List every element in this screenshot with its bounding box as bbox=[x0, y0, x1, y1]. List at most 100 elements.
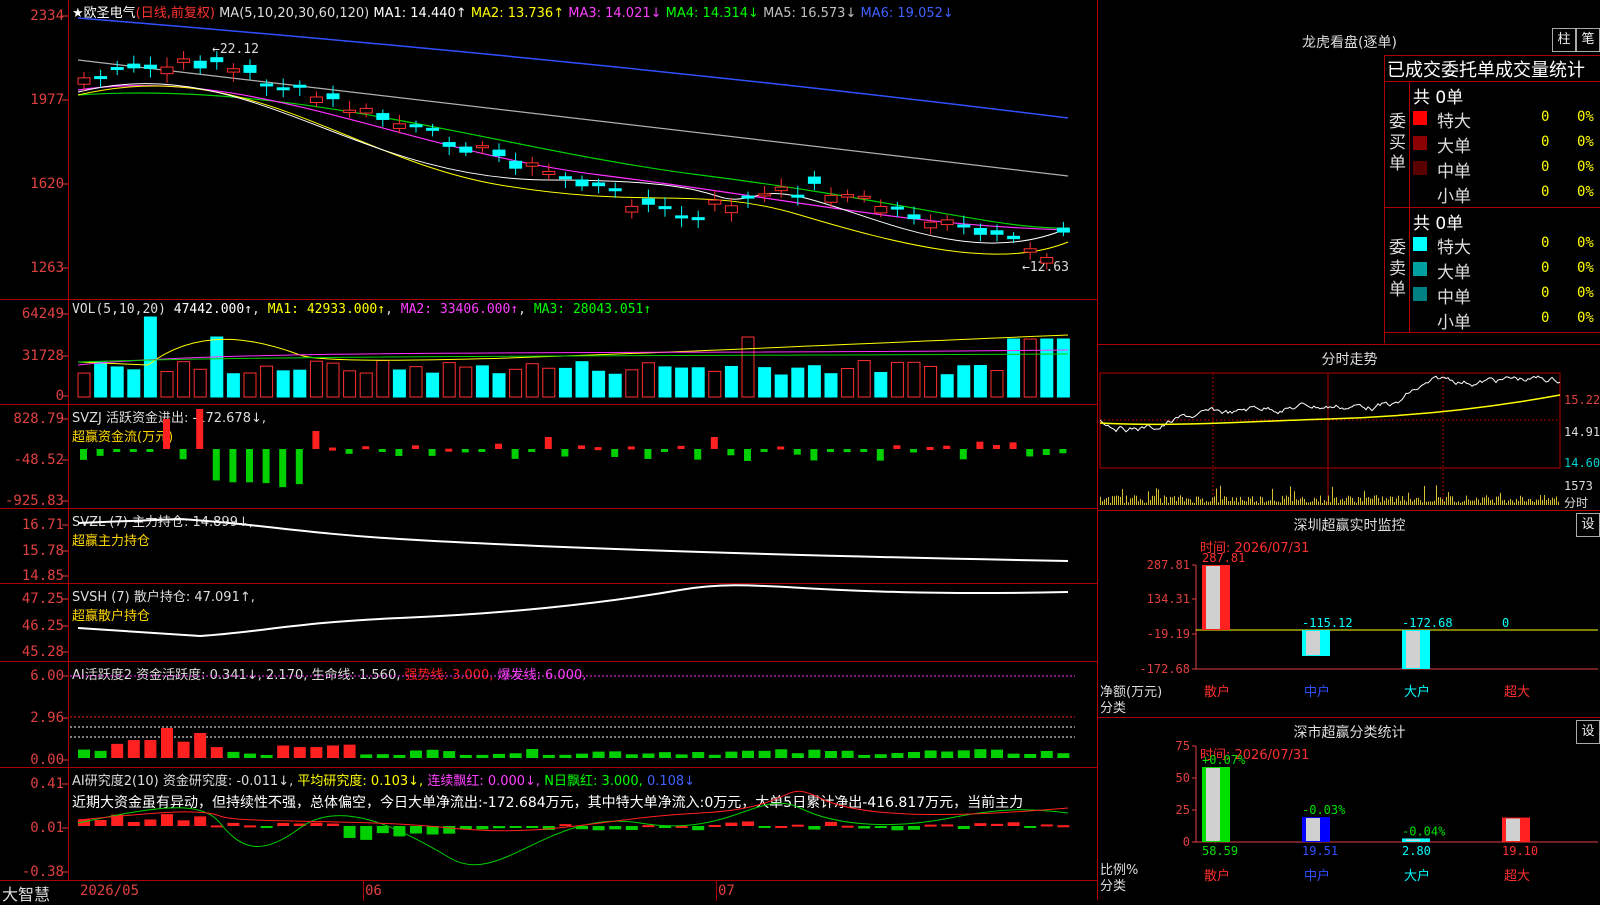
price-panel[interactable]: 2334 1977 1620 1263 ★欧圣电气(日线,前复权) MA(5,1… bbox=[0, 0, 1097, 300]
intraday-volume-bar bbox=[1516, 498, 1517, 505]
ai-activity-chart[interactable] bbox=[0, 662, 1097, 768]
intraday-volume-bar bbox=[1256, 501, 1257, 505]
bar-percent-label: 58.59 bbox=[1202, 844, 1238, 858]
candlestick-chart[interactable] bbox=[0, 0, 1097, 300]
intraday-volume-bar bbox=[1420, 500, 1421, 505]
volume-bar bbox=[641, 362, 655, 398]
buy-row-swatch bbox=[1413, 161, 1427, 175]
intraday-volume-bar bbox=[1496, 496, 1497, 505]
ma3-line bbox=[77, 84, 1069, 231]
intraday-vol-tick: 1573 bbox=[1564, 479, 1593, 493]
fund-flow-bar bbox=[1059, 449, 1067, 454]
activity-bar bbox=[758, 750, 771, 758]
research-bar bbox=[210, 825, 223, 828]
candle-body bbox=[841, 194, 855, 198]
svsh-chart[interactable] bbox=[0, 584, 1097, 662]
intraday-volume-bar bbox=[1178, 497, 1179, 505]
intraday-chart[interactable] bbox=[1098, 345, 1563, 511]
intraday-volume-bar bbox=[1552, 497, 1553, 505]
candle-body bbox=[691, 217, 705, 221]
candle-body bbox=[608, 188, 622, 192]
volume-chart[interactable] bbox=[0, 300, 1097, 405]
activity-bar bbox=[277, 745, 290, 758]
candle-body bbox=[558, 176, 572, 180]
intraday-volume-bar bbox=[1344, 501, 1345, 505]
intraday-volume-bar bbox=[1482, 497, 1483, 505]
bar-axis-label: 287.81 bbox=[1147, 558, 1190, 572]
intraday-volume-bar bbox=[1288, 496, 1289, 505]
candle-body bbox=[641, 198, 655, 205]
intraday-panel[interactable]: 分时走势 15.22 14.91 14.60 1573 分时 bbox=[1098, 344, 1600, 511]
volume-bar bbox=[143, 316, 157, 398]
activity-bar bbox=[974, 749, 987, 758]
intraday-volume-bar bbox=[1340, 499, 1341, 505]
ai-activity-panel[interactable]: 6.00 2.96 0.00 AI活跃度2 资金活跃度: 0.341↓, 2.1… bbox=[0, 662, 1097, 768]
intraday-volume-bar bbox=[1308, 502, 1309, 505]
volume-bar bbox=[127, 369, 141, 398]
intraday-volume-bar bbox=[1350, 496, 1351, 505]
volume-bar bbox=[990, 370, 1004, 398]
intraday-volume-bar bbox=[1522, 497, 1523, 505]
candle-body bbox=[475, 145, 489, 149]
realtime-monitor-panel[interactable]: 深圳超赢实时监控 设 时间: 2026/07/31 净额(万元) 分类 287.… bbox=[1098, 510, 1600, 718]
ai-research-panel[interactable]: 0.41 0.01 -0.38 AI研究度2(10) 资金研究度: -0.011… bbox=[0, 768, 1097, 880]
intraday-volume-bar bbox=[1456, 502, 1457, 505]
research-bar bbox=[592, 826, 605, 831]
intraday-volume-bar bbox=[1172, 497, 1173, 505]
candle-body bbox=[575, 179, 589, 187]
intraday-volume-bar bbox=[1460, 502, 1461, 505]
volume-bar bbox=[575, 361, 589, 398]
fund-flow-bar bbox=[760, 449, 768, 452]
svzj-panel[interactable]: 828.79 -48.52 -925.83 SVZJ 活跃资金进出: -172.… bbox=[0, 405, 1097, 509]
volume-bar bbox=[791, 367, 805, 398]
svzj-chart[interactable] bbox=[0, 405, 1097, 509]
intraday-volume-bar bbox=[1414, 499, 1415, 505]
svsh-panel[interactable]: 47.25 46.25 45.28 SVSH (7) 散户持仓: 47.091↑… bbox=[0, 584, 1097, 662]
fund-flow-bar bbox=[544, 437, 552, 449]
svzl-panel[interactable]: 16.71 15.78 14.85 SVZL (7) 主力持仓: 14.899↓… bbox=[0, 509, 1097, 584]
ai-research-chart[interactable] bbox=[0, 768, 1097, 880]
research-bar bbox=[127, 821, 140, 826]
svzl-chart[interactable] bbox=[0, 509, 1097, 584]
candle-body bbox=[1007, 235, 1021, 240]
fund-flow-bar bbox=[478, 449, 486, 452]
candle-body bbox=[874, 205, 888, 214]
tick-view-button[interactable]: 笔 bbox=[1576, 28, 1600, 52]
bar-view-button[interactable]: 柱 bbox=[1552, 28, 1576, 52]
candle-body bbox=[127, 63, 141, 69]
intraday-volume-bar bbox=[1404, 499, 1405, 505]
intraday-volume-bar bbox=[1168, 502, 1169, 505]
intraday-volume-bar bbox=[1542, 500, 1543, 505]
monitor-chart[interactable]: 287.81 134.31 -19.19 -172.68 287.81 散户 -115.12… bbox=[1098, 511, 1600, 718]
bar-highlight bbox=[1406, 839, 1420, 841]
ma6-line bbox=[77, 17, 1069, 119]
intraday-volume-bar bbox=[1216, 488, 1217, 505]
bar-axis-label: 25 bbox=[1176, 803, 1190, 817]
intraday-volume-bar bbox=[1436, 485, 1437, 505]
candle-body bbox=[492, 149, 506, 157]
intraday-volume-bar bbox=[1374, 495, 1375, 505]
intraday-volume-bar bbox=[1134, 495, 1135, 505]
research-bar bbox=[244, 825, 256, 828]
intraday-volume-bar bbox=[1220, 485, 1221, 505]
intraday-volume-bar bbox=[1122, 488, 1123, 505]
intraday-volume-bar bbox=[1120, 496, 1121, 505]
buy-row-name: 中单 bbox=[1437, 162, 1471, 182]
research-bar bbox=[858, 826, 871, 829]
classify-stats-panel[interactable]: 深市超赢分类统计 设 时间: 2026/07/31 比例% 分类 75 50 25 0… bbox=[1098, 717, 1600, 901]
research-bar bbox=[526, 826, 539, 828]
fund-flow-bar bbox=[611, 449, 619, 457]
intraday-volume-bar bbox=[1116, 495, 1117, 505]
avg-research-line bbox=[77, 790, 1069, 832]
intraday-tick: 15.22 bbox=[1564, 393, 1600, 407]
fund-flow-bar bbox=[312, 431, 320, 449]
date-label: 2026/05 bbox=[80, 883, 140, 899]
fund-flow-bar bbox=[627, 446, 635, 450]
fund-flow-bar bbox=[943, 445, 951, 449]
activity-bar bbox=[592, 751, 605, 758]
volume-panel[interactable]: 64249 31728 0 VOL(5,10,20) 47442.000↑, M… bbox=[0, 300, 1097, 405]
volume-bar bbox=[841, 368, 855, 398]
candle-body bbox=[758, 193, 772, 197]
classify-chart[interactable]: 75 50 25 0 +0.07% 58.59 散户 -0.03% 19.51 中户 -0.04% 2… bbox=[1098, 718, 1600, 901]
intraday-volume-bar bbox=[1472, 500, 1473, 505]
